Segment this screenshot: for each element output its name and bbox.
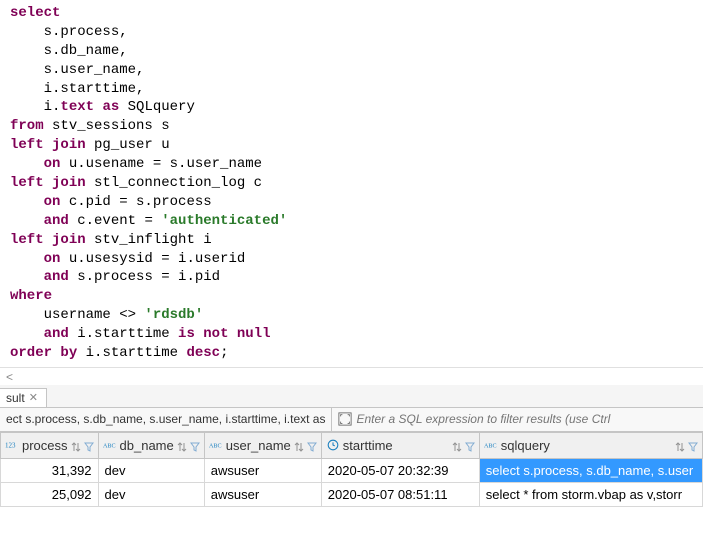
cell-starttime[interactable]: 2020-05-07 20:32:39 xyxy=(321,458,479,482)
funnel-icon[interactable] xyxy=(307,440,317,450)
column-header-sqlquery[interactable]: ABC sqlquery xyxy=(479,432,702,458)
svg-text:123: 123 xyxy=(5,442,16,450)
text-type-icon: ABC xyxy=(103,438,117,452)
cell-db_name[interactable]: dev xyxy=(98,458,204,482)
number-type-icon: 123 xyxy=(5,438,19,452)
filter-input-wrap[interactable] xyxy=(332,408,703,431)
column-header-db_name[interactable]: ABC db_name xyxy=(98,432,204,458)
tab-label: sult xyxy=(6,391,25,405)
results-grid[interactable]: 123 process ABC db_name ABC user_name starttim… xyxy=(0,432,703,550)
cell-user_name[interactable]: awsuser xyxy=(204,482,321,506)
table-row[interactable]: 25,092devawsuser2020-05-07 08:51:11selec… xyxy=(1,482,703,506)
cell-db_name[interactable]: dev xyxy=(98,482,204,506)
funnel-icon[interactable] xyxy=(190,440,200,450)
funnel-icon[interactable] xyxy=(688,440,698,450)
column-header-user_name[interactable]: ABC user_name xyxy=(204,432,321,458)
column-label: db_name xyxy=(120,438,174,453)
sort-icon[interactable] xyxy=(675,440,685,450)
results-tabbar: sult ✕ xyxy=(0,385,703,408)
sort-icon[interactable] xyxy=(177,440,187,450)
svg-text:ABC: ABC xyxy=(209,444,222,450)
clock-type-icon xyxy=(326,438,340,452)
scroll-left-icon: < xyxy=(6,370,13,384)
funnel-icon[interactable] xyxy=(84,440,94,450)
column-label: process xyxy=(22,438,68,453)
funnel-icon[interactable] xyxy=(465,440,475,450)
column-label: starttime xyxy=(343,438,449,453)
cell-process[interactable]: 31,392 xyxy=(1,458,99,482)
results-filterbar: ect s.process, s.db_name, s.user_name, i… xyxy=(0,408,703,432)
column-header-starttime[interactable]: starttime xyxy=(321,432,479,458)
column-header-process[interactable]: 123 process xyxy=(1,432,99,458)
filter-input[interactable] xyxy=(356,412,697,426)
cell-process[interactable]: 25,092 xyxy=(1,482,99,506)
query-summary-text: ect s.process, s.db_name, s.user_name, i… xyxy=(6,412,325,426)
cell-user_name[interactable]: awsuser xyxy=(204,458,321,482)
sort-icon[interactable] xyxy=(294,440,304,450)
svg-text:ABC: ABC xyxy=(103,444,116,450)
text-type-icon: ABC xyxy=(484,438,498,452)
query-summary: ect s.process, s.db_name, s.user_name, i… xyxy=(0,408,332,431)
sort-icon[interactable] xyxy=(71,440,81,450)
cell-sqlquery[interactable]: select s.process, s.db_name, s.user xyxy=(479,458,702,482)
fit-screen-icon xyxy=(338,412,352,426)
editor-hscroll[interactable]: < xyxy=(0,367,703,385)
text-type-icon: ABC xyxy=(209,438,223,452)
column-label: user_name xyxy=(226,438,291,453)
sort-icon[interactable] xyxy=(452,440,462,450)
cell-starttime[interactable]: 2020-05-07 08:51:11 xyxy=(321,482,479,506)
tab-result[interactable]: sult ✕ xyxy=(0,388,47,407)
svg-text:ABC: ABC xyxy=(484,444,497,450)
sql-editor[interactable]: select s.process, s.db_name, s.user_name… xyxy=(0,0,703,367)
cell-sqlquery[interactable]: select * from storm.vbap as v,storr xyxy=(479,482,702,506)
close-icon[interactable]: ✕ xyxy=(29,391,38,404)
table-row[interactable]: 31,392devawsuser2020-05-07 20:32:39selec… xyxy=(1,458,703,482)
column-label: sqlquery xyxy=(501,438,672,453)
